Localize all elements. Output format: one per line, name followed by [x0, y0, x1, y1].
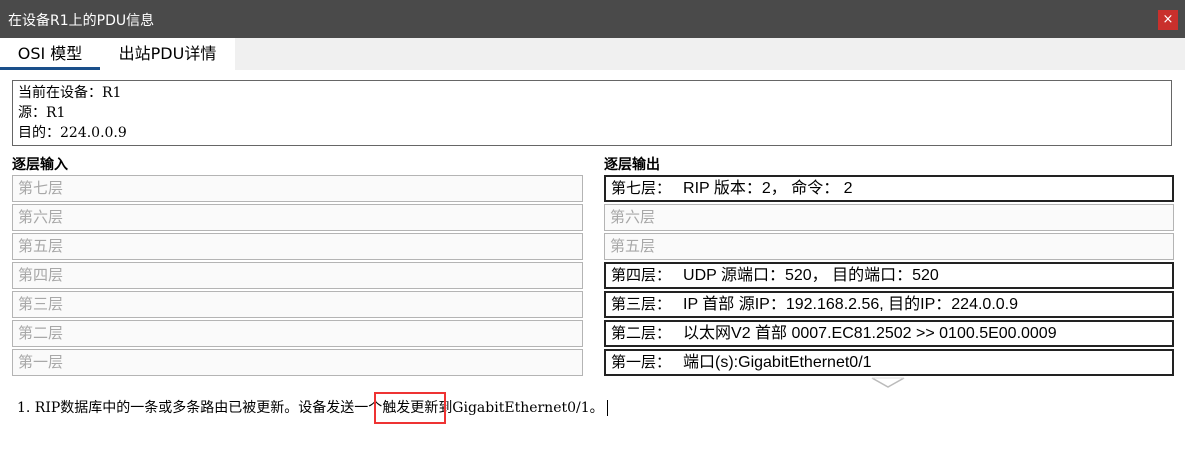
window-title: 在设备R1上的PDU信息: [8, 13, 155, 29]
out-layer-row: 第五层: [604, 233, 1174, 260]
current-device-text: 当前在设备：R1: [18, 85, 122, 101]
out-layer-label: 第五层: [610, 237, 656, 255]
event-message: 1. RIP数据库中的一条或多条路由已被更新。设备发送一个触发更新到Gigabi…: [17, 392, 608, 424]
message-highlight: 触发更新: [374, 392, 447, 424]
out-layer-label: 第四层：: [611, 266, 672, 284]
out-layer-label: 第一层：: [611, 353, 672, 371]
chevron-down-icon[interactable]: [870, 376, 906, 390]
in-layer-label: 第六层: [18, 208, 64, 226]
in-layer-label: 第三层: [18, 295, 64, 313]
out-layers-heading: 逐层输出: [604, 157, 660, 173]
out-layer-detail: 端口(s):GigabitEthernet0/1: [683, 354, 872, 371]
close-button[interactable]: ×: [1158, 10, 1178, 30]
in-layer-row: 第二层: [12, 320, 583, 347]
out-layer-row[interactable]: 第一层： 端口(s):GigabitEthernet0/1: [604, 349, 1174, 376]
destination-text: 目的：224.0.0.9: [18, 125, 127, 141]
in-layer-label: 第七层: [18, 179, 64, 197]
in-layer-label: 第一层: [18, 353, 64, 371]
in-layer-row: 第三层: [12, 291, 583, 318]
in-layer-label: 第五层: [18, 237, 64, 255]
in-layer-row: 第七层: [12, 175, 583, 202]
out-layer-detail: UDP 源端口：520， 目的端口：520: [683, 267, 939, 284]
message-text-after: 到GigabitEthernet0/1。: [438, 400, 604, 416]
in-layer-row: 第五层: [12, 233, 583, 260]
tab-bar: OSI 模型 出站PDU详情: [0, 38, 1185, 70]
out-layer-detail: 以太网V2 首部 0007.EC81.2502 >> 0100.5E00.000…: [683, 325, 1057, 342]
out-layer-label: 第六层: [610, 208, 656, 226]
tab-outbound-pdu-details[interactable]: 出站PDU详情: [100, 38, 235, 70]
out-layer-label: 第三层：: [611, 295, 672, 313]
in-layers-heading: 逐层输入: [12, 157, 68, 173]
source-text: 源：R1: [18, 105, 66, 121]
text-cursor: [606, 400, 608, 416]
message-text-before: 1. RIP数据库中的一条或多条路由已被更新。设备发送一个: [17, 400, 383, 416]
out-layer-row: 第六层: [604, 204, 1174, 231]
out-layer-label: 第二层：: [611, 324, 672, 342]
in-layer-label: 第四层: [18, 266, 64, 284]
out-layer-row[interactable]: 第二层： 以太网V2 首部 0007.EC81.2502 >> 0100.5E00…: [604, 320, 1174, 347]
out-layer-row[interactable]: 第七层： RIP 版本：2， 命令： 2: [604, 175, 1174, 202]
in-layer-label: 第二层: [18, 324, 64, 342]
out-layer-row[interactable]: 第三层： IP 首部 源IP：192.168.2.56, 目的IP：224.0.0…: [604, 291, 1174, 318]
in-layer-row: 第一层: [12, 349, 583, 376]
close-icon: ×: [1162, 12, 1174, 27]
out-layer-detail: RIP 版本：2， 命令： 2: [683, 180, 853, 197]
out-layer-detail: IP 首部 源IP：192.168.2.56, 目的IP：224.0.0.9: [683, 296, 1019, 313]
device-info-box: 当前在设备：R1 源：R1 目的：224.0.0.9: [12, 80, 1172, 146]
in-layer-row: 第四层: [12, 262, 583, 289]
out-layer-label: 第七层：: [611, 179, 672, 197]
in-layer-row: 第六层: [12, 204, 583, 231]
out-layer-row[interactable]: 第四层： UDP 源端口：520， 目的端口：520: [604, 262, 1174, 289]
tab-osi-model[interactable]: OSI 模型: [0, 38, 100, 70]
title-bar: 在设备R1上的PDU信息 ×: [0, 0, 1185, 38]
